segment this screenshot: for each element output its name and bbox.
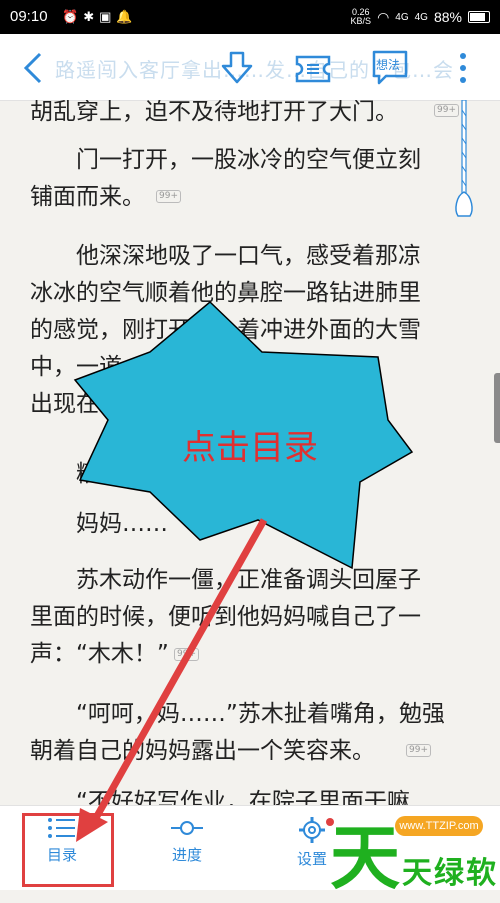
status-right: 0.26 KB/S ◠ 4G 4G 88%	[351, 8, 490, 26]
battery-icon	[468, 11, 490, 23]
back-button[interactable]	[22, 52, 44, 88]
thoughts-label: 想法	[376, 58, 401, 72]
reader-toolbar: 路遥闯入客厅拿出……发…自己的…包…会 想法	[0, 34, 500, 101]
bluetooth-icon: ✱	[83, 9, 95, 24]
status-bar: 09:10 ⏰ ✱ ▣ 🔔 0.26 KB/S ◠ 4G 4G 88%	[0, 0, 500, 34]
notification-icons: ⏰ ✱ ▣ 🔔	[62, 9, 133, 25]
signal-2: 4G	[414, 11, 428, 23]
comment-badge[interactable]: 99+	[156, 190, 181, 203]
paragraph: 门一打开，一股冰冷的空气便立刻 铺面而来。 99+	[30, 147, 421, 210]
signal-1: 4G	[395, 11, 409, 23]
highlight-box	[22, 813, 114, 887]
chevron-left-icon	[23, 52, 42, 84]
bottom-item-label: 进度	[171, 846, 202, 864]
clock: 09:10	[10, 8, 48, 25]
paragraph: 苏木动作一僵，正准备调头回屋子 里面的时候，便听到他妈妈喊自己了一 声：“木木！…	[30, 567, 421, 667]
paragraph: 他深深地吸了一口气，感受着那凉 冰冰的空气顺着他的鼻腔一路钻进肺里 的感觉，刚打…	[30, 243, 421, 417]
watermark-logo: 天 天 绿 软 www.TTZIP.com	[330, 816, 496, 899]
comment-badge[interactable]: 99+	[174, 648, 199, 661]
paragraph: “不好好写作业，在院子里面干嘛	[30, 789, 410, 805]
watermark-site: www.TTZIP.com	[395, 816, 483, 836]
wifi-icon: ◠	[377, 8, 390, 25]
paragraph: 妈妈……	[30, 511, 168, 537]
alarm-icon: ⏰	[62, 9, 79, 24]
battery-percent: 88%	[433, 9, 462, 25]
thoughts-button[interactable]: 想法	[372, 50, 408, 90]
ticket-icon	[295, 55, 331, 83]
edge-pull-tab[interactable]	[494, 373, 500, 443]
callout-text: 点击目录	[182, 428, 318, 468]
progress-slider-icon	[171, 821, 203, 835]
download-icon	[221, 51, 253, 84]
more-button[interactable]	[458, 52, 468, 88]
scroll-handle[interactable]	[452, 100, 476, 220]
bottom-item-progress[interactable]: 进度	[147, 816, 227, 865]
more-vertical-icon	[460, 53, 466, 83]
bell-icon: 🔔	[116, 9, 133, 24]
shield-app-icon: ▣	[99, 9, 112, 24]
ticket-button[interactable]	[295, 54, 331, 88]
paragraph: “呵呵，妈……”苏木扯着嘴角，勉强 朝着自己的妈妈露出一个笑容来。 99+	[30, 701, 445, 764]
comment-badge[interactable]: 99+	[406, 744, 431, 757]
paragraph: 胡乱穿上，迫不及待地打开了大门。 99+	[30, 100, 475, 131]
net-speed: 0.26 KB/S	[350, 7, 372, 26]
download-button[interactable]	[220, 50, 254, 90]
